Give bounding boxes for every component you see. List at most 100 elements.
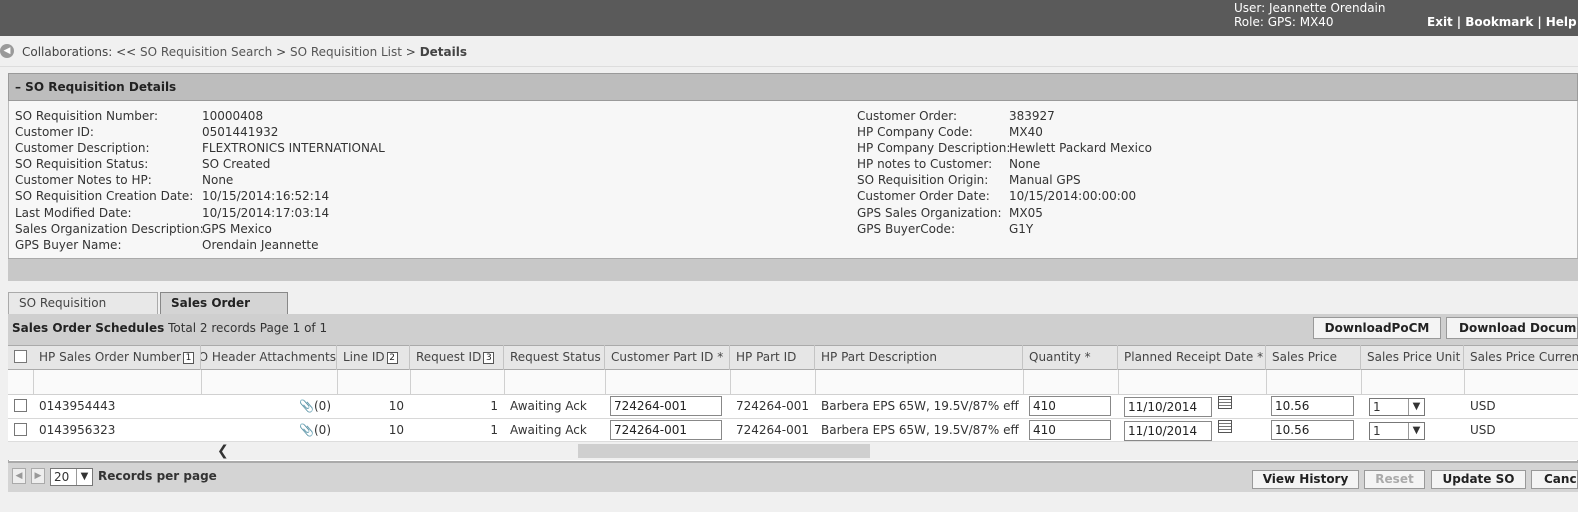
field-label: SO Requisition Origin: [857,173,989,188]
field-value: Manual GPS [1009,173,1081,188]
description-cell: Barbera EPS 65W, 19.5V/87% eff [821,423,1019,437]
link-separator: | [1537,15,1542,29]
receipt-date-input[interactable]: 11/10/2014 [1124,421,1212,441]
calendar-icon[interactable] [1218,420,1232,433]
calendar-icon[interactable] [1218,396,1232,409]
quantity-input[interactable]: 410 [1029,420,1111,440]
sort-order-icon[interactable]: 1 [182,351,194,364]
field-value: Orendain Jeannette [202,237,319,252]
field-label: Customer ID: [15,125,94,140]
paperclip-icon[interactable]: 📎 [299,423,314,437]
description-cell: Barbera EPS 65W, 19.5V/87% eff [821,399,1019,413]
sales-price-input[interactable]: 10.56 [1271,420,1354,440]
sort-order-icon[interactable]: 3 [483,351,495,364]
col-planned-receipt-date[interactable]: Planned Receipt Date * [1118,345,1266,370]
col-hp-part-description[interactable]: HP Part Description [815,345,1023,370]
breadcrumb-so-requisition-search[interactable]: SO Requisition Search [140,45,272,59]
breadcrumb-so-requisition-list[interactable]: SO Requisition List [290,45,402,59]
quantity-input[interactable]: 410 [1029,396,1111,416]
user-role: Role: GPS: MX40 [1234,15,1334,29]
row-checkbox[interactable] [14,423,27,436]
scroll-left-icon[interactable]: ❮ [217,443,229,459]
details-panel-footer [8,258,1578,281]
breadcrumb-separator: > [276,45,287,59]
paperclip-icon[interactable]: 📎 [299,399,314,413]
col-request-id[interactable]: Request ID 3 [410,345,504,370]
col-quantity[interactable]: Quantity * [1023,345,1118,370]
attachments-cell[interactable]: 📎(0) [201,419,337,443]
chevron-down-icon[interactable]: ▼ [1408,399,1424,415]
download-documents-button[interactable]: Download Documents [1446,317,1578,339]
field-value: SO Created [202,157,271,172]
right-field-labels: Customer Order: HP Company Code: HP Comp… [857,108,1010,237]
price-unit-select[interactable]: 1 ▼ [1369,398,1425,416]
so-number-cell: 0143956323 [39,423,116,437]
exit-link[interactable]: Exit [1427,15,1453,29]
col-hp-part-id[interactable]: HP Part ID [730,345,815,370]
col-customer-part-id[interactable]: Customer Part ID * [605,345,730,370]
receipt-date-input[interactable]: 11/10/2014 [1124,397,1212,417]
field-value: MX40 [1009,125,1043,140]
scrollbar-thumb[interactable] [578,444,870,458]
field-value: None [202,173,234,188]
attachments-cell[interactable]: 📎(0) [201,395,337,419]
request-id-cell: 1 [490,423,498,437]
field-value: 10/15/2014:00:00:00 [1009,189,1137,204]
field-label: Last Modified Date: [15,205,132,220]
details-panel-header[interactable]: – SO Requisition Details [8,73,1578,101]
status-cell: Awaiting Ack [510,399,587,413]
field-label: SO Requisition Status: [15,157,149,172]
help-link[interactable]: Help [1546,15,1577,29]
field-label: HP Company Code: [857,125,973,140]
line-id-cell: 10 [388,423,404,437]
view-history-button[interactable]: View History [1252,470,1359,489]
col-sales-price-unit[interactable]: Sales Price Unit [1361,345,1464,370]
left-field-values: 10000408 0501441932 FLEXTRONICS INTERNAT… [202,108,385,253]
field-value: FLEXTRONICS INTERNATIONAL [202,141,385,156]
currency-cell: USD [1470,399,1496,413]
field-value: G1Y [1009,221,1034,236]
field-label: Customer Order Date: [857,189,990,204]
left-field-labels: SO Requisition Number: Customer ID: Cust… [15,108,204,253]
chevron-down-icon[interactable]: ▼ [1408,423,1424,439]
tab-so-requisition-details[interactable]: SO Requisition Details [8,292,158,330]
tab-sales-order-info[interactable]: Sales Order Info [160,292,288,330]
so-number-cell: 0143954443 [39,399,116,413]
field-label: GPS Buyer Name: [15,237,122,252]
status-cell: Awaiting Ack [510,423,587,437]
records-per-page-select[interactable]: 20 ▼ [50,468,93,486]
field-value: 10/15/2014:16:52:14 [202,189,330,204]
user-info: User: Jeannette Orendain Role: GPS: MX40 [1234,1,1386,29]
select-all-checkbox[interactable] [14,350,27,363]
prev-page-icon[interactable]: ◀ [12,468,26,484]
customer-part-input[interactable]: 724264-001 [610,396,722,416]
schedules-title: Sales Order Schedules Total 2 records Pa… [12,321,327,335]
field-value: None [1009,157,1041,172]
field-label: GPS BuyerCode: [857,221,955,236]
download-pocm-button[interactable]: DownloadPoCM [1313,317,1441,339]
customer-part-input[interactable]: 724264-001 [610,420,722,440]
next-page-icon[interactable]: ▶ [31,468,45,484]
sort-order-icon[interactable]: 2 [386,351,398,364]
field-label: Customer Description: [15,141,150,156]
breadcrumb-current: Details [419,45,467,59]
chevron-down-icon[interactable]: ▼ [76,469,92,485]
price-unit-select[interactable]: 1 ▼ [1369,422,1425,440]
right-field-values: 383927 MX40 Hewlett Packard Mexico None … [1009,108,1152,237]
bookmark-link[interactable]: Bookmark [1465,15,1533,29]
reset-button[interactable]: Reset [1364,470,1425,489]
back-arrow-icon[interactable]: ◀ [0,44,14,58]
update-so-button[interactable]: Update SO [1431,470,1526,489]
sales-price-input[interactable]: 10.56 [1271,396,1354,416]
col-hp-sales-order-number[interactable]: HP Sales Order Number 1 [33,345,201,370]
col-so-header-attachments[interactable]: SO Header Attachments [201,345,337,370]
col-sales-price[interactable]: Sales Price [1266,345,1361,370]
col-sales-price-currency[interactable]: Sales Price Currency [1464,345,1578,370]
field-value: Hewlett Packard Mexico [1009,141,1152,156]
hp-part-cell: 724264-001 [736,423,810,437]
user-name: User: Jeannette Orendain [1234,1,1386,15]
cancel-button[interactable]: Cancel [1531,470,1578,489]
row-checkbox[interactable] [14,399,27,412]
col-request-status[interactable]: Request Status [504,345,605,370]
col-line-id[interactable]: Line ID 2 [337,345,410,370]
